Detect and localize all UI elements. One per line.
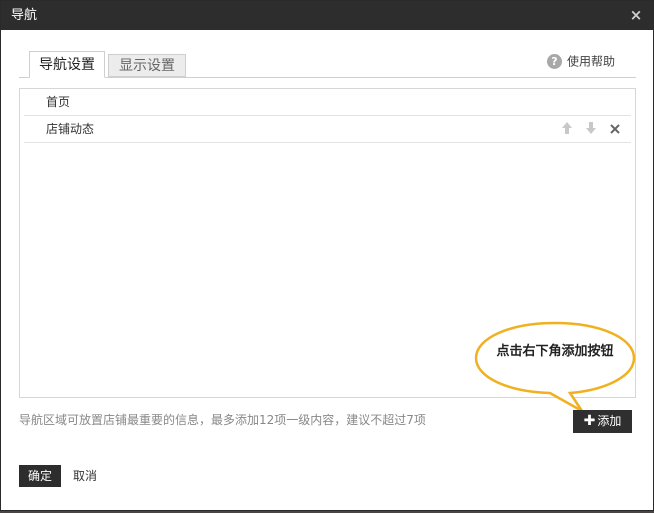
close-icon[interactable]: × <box>627 6 645 24</box>
dialog-title: 导航 <box>11 8 38 23</box>
add-button-label: 添加 <box>597 414 622 428</box>
ok-button[interactable]: 确定 <box>19 465 61 487</box>
list-item[interactable]: 首页 <box>24 89 631 116</box>
question-circle-icon: ? <box>546 54 562 69</box>
row-actions <box>551 121 623 137</box>
help-link[interactable]: ? 使用帮助 <box>546 53 615 69</box>
delete-icon[interactable] <box>607 123 623 139</box>
nav-item-label: 首页 <box>46 95 71 109</box>
cancel-button[interactable]: 取消 <box>73 465 97 487</box>
dialog-titlebar: 导航 × <box>1 1 653 30</box>
nav-item-label: 店铺动态 <box>46 122 95 136</box>
tab-nav-settings[interactable]: 导航设置 <box>29 51 105 78</box>
callout-text: 点击右下角添加按钮 <box>496 344 614 359</box>
list-item[interactable]: 店铺动态 <box>24 116 631 143</box>
help-label: 使用帮助 <box>566 54 615 69</box>
hint-callout: 点击右下角添加按钮 <box>474 321 636 413</box>
arrow-down-icon[interactable] <box>583 121 599 137</box>
tab-bar: 导航设置 显示设置 <box>19 51 636 78</box>
add-button[interactable]: ✚ 添加 <box>573 410 632 433</box>
tab-display-settings[interactable]: 显示设置 <box>108 54 186 77</box>
limit-hint-text: 导航区域可放置店铺最重要的信息，最多添加12项一级内容，建议不超过7项 <box>19 413 426 427</box>
navigation-dialog: 导航 × 导航设置 显示设置 ? 使用帮助 首页 店铺动态 点击右下角添加按钮 … <box>0 0 654 511</box>
plus-icon: ✚ <box>583 413 596 429</box>
arrow-up-icon[interactable] <box>559 121 575 137</box>
